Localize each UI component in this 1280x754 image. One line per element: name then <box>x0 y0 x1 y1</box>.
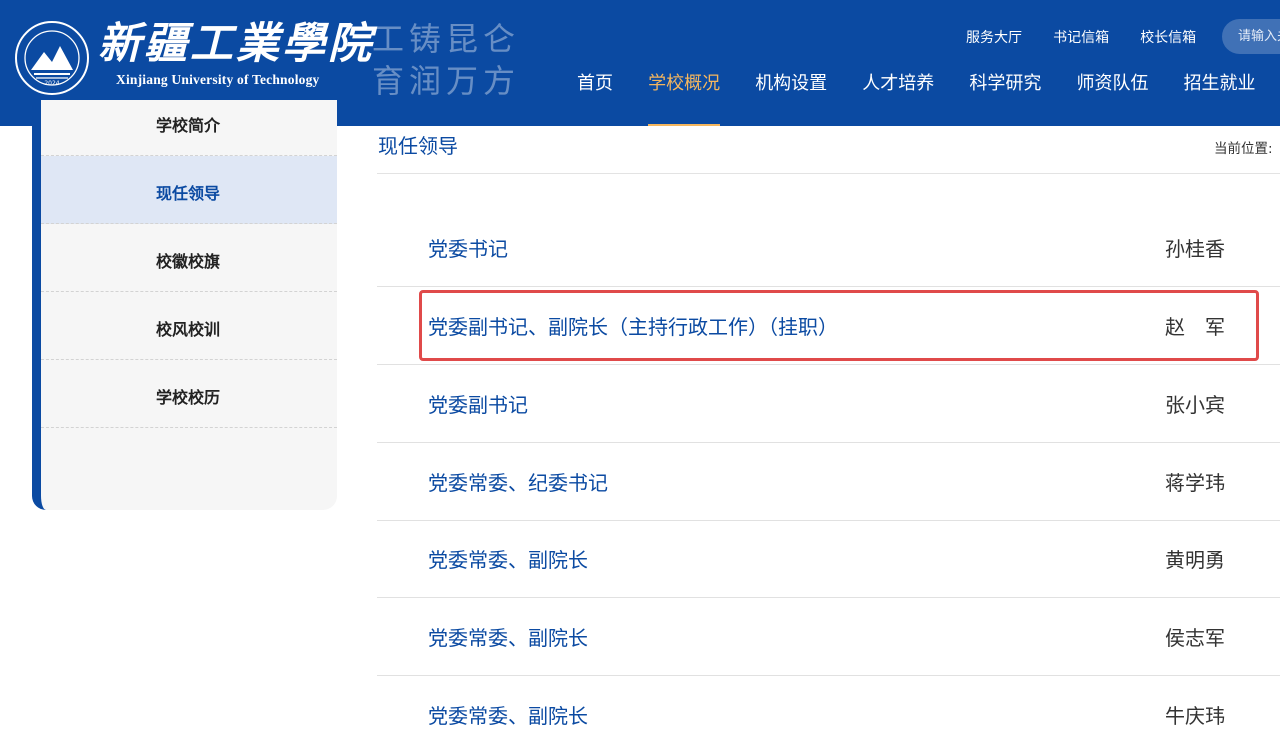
nav-item-about[interactable]: 学校概况 <box>648 72 721 126</box>
service-hall-link[interactable]: 服务大厅 <box>966 27 1022 47</box>
motto-line-1: 工铸昆仑 <box>372 20 521 58</box>
leader-position: 党委副书记 <box>428 393 528 417</box>
leader-position: 党委常委、纪委书记 <box>428 471 608 495</box>
leader-position: 党委书记 <box>428 237 508 261</box>
university-emblem-icon[interactable]: 2024 <box>14 20 90 96</box>
nav-item-faculty[interactable]: 师资队伍 <box>1076 72 1148 126</box>
nav-item-education[interactable]: 人才培养 <box>862 72 934 126</box>
breadcrumb: 当前位置: <box>1214 141 1273 157</box>
leader-row[interactable]: 党委副书记、副院长（主持行政工作）（挂职） 赵 军 <box>377 287 1280 365</box>
leader-name: 侯志军 <box>1165 626 1225 650</box>
sidebar-item-introduction[interactable]: 学校简介 <box>41 100 337 156</box>
leader-position: 党委常委、副院长 <box>428 626 588 650</box>
sidebar-item-emblem-flag[interactable]: 校徽校旗 <box>41 224 337 292</box>
top-links: 服务大厅 书记信箱 校长信箱 <box>966 27 1222 47</box>
sidebar-item-current-leaders[interactable]: 现任领导 <box>41 156 337 224</box>
motto-line-2: 育润万方 <box>372 62 521 100</box>
logo-english-name[interactable]: Xinjiang University of Technology <box>116 72 320 88</box>
sidebar-item-motto[interactable]: 校风校训 <box>41 292 337 360</box>
leader-name: 赵 军 <box>1165 315 1225 339</box>
nav-item-research[interactable]: 科学研究 <box>969 72 1041 126</box>
sidebar-item-label: 学校校历 <box>156 388 221 407</box>
leader-position: 党委副书记、副院长（主持行政工作）（挂职） <box>428 315 838 339</box>
leader-position: 党委常委、副院长 <box>428 548 588 572</box>
leader-row[interactable]: 党委常委、副院长 侯志军 <box>377 598 1280 676</box>
leader-row[interactable]: 党委书记 孙桂香 <box>377 209 1280 287</box>
svg-text:2024: 2024 <box>44 80 59 87</box>
school-motto: 工铸昆仑 育润万方 <box>372 18 520 102</box>
nav-item-home[interactable]: 首页 <box>577 72 613 126</box>
leader-name: 牛庆玮 <box>1165 704 1225 728</box>
sidebar-item-calendar[interactable]: 学校校历 <box>41 360 337 428</box>
leader-name: 黄明勇 <box>1165 548 1225 572</box>
leader-name: 张小宾 <box>1165 393 1225 417</box>
sidebar-item-label: 校风校训 <box>156 320 221 339</box>
logo-chinese-name[interactable]: 新疆工業學院 <box>98 16 374 72</box>
leader-row[interactable]: 党委常委、纪委书记 蒋学玮 <box>377 443 1280 521</box>
main-nav: 首页 学校概况 机构设置 人才培养 科学研究 师资队伍 招生就业 新闻 <box>577 72 1280 126</box>
secretary-mailbox-link[interactable]: 书记信箱 <box>1053 27 1109 47</box>
sidebar: 学校简介 现任领导 校徽校旗 校风校训 学校校历 <box>32 100 337 510</box>
search-input[interactable]: 请输入关键词 <box>1222 19 1280 54</box>
leader-name: 孙桂香 <box>1165 237 1225 261</box>
leader-position: 党委常委、副院长 <box>428 704 588 728</box>
page-title: 现任领导 <box>378 134 458 158</box>
nav-item-admission[interactable]: 招生就业 <box>1184 72 1256 126</box>
nav-item-organization[interactable]: 机构设置 <box>755 72 827 126</box>
leader-name: 蒋学玮 <box>1165 471 1225 495</box>
title-divider <box>377 173 1280 174</box>
sidebar-item-label: 现任领导 <box>156 184 221 203</box>
president-mailbox-link[interactable]: 校长信箱 <box>1140 27 1196 47</box>
leader-row[interactable]: 党委常委、副院长 牛庆玮 <box>377 676 1280 754</box>
leader-row[interactable]: 党委副书记 张小宾 <box>377 365 1280 443</box>
sidebar-item-label: 校徽校旗 <box>156 252 221 271</box>
leader-row[interactable]: 党委常委、副院长 黄明勇 <box>377 520 1280 598</box>
sidebar-item-label: 学校简介 <box>156 116 221 135</box>
